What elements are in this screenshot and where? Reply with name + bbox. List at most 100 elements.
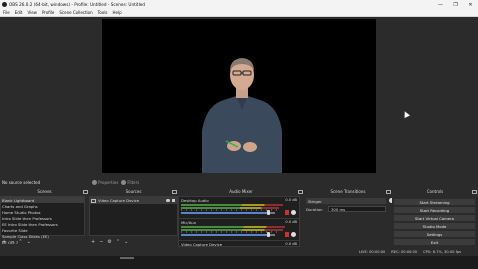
start-streaming-button[interactable]: Start Streaming bbox=[394, 199, 475, 205]
sources-dock-title: Sources bbox=[89, 189, 178, 196]
properties-button[interactable]: Properties bbox=[92, 179, 119, 185]
obs-logo-icon bbox=[2, 2, 7, 7]
menu-tools[interactable]: Tools bbox=[96, 10, 110, 15]
channel-name: Desktop Audio bbox=[181, 198, 209, 203]
preview-canvas[interactable] bbox=[102, 19, 376, 173]
status-bar: LIVE: 00:00:00 REC: 00:00:00 CPU: 6.7%, … bbox=[0, 248, 478, 256]
menu-view[interactable]: View bbox=[25, 10, 39, 15]
scenes-toolbar: + − ⌃ ⌄ bbox=[0, 238, 33, 245]
volume-meter bbox=[181, 226, 285, 228]
properties-label: Properties bbox=[98, 179, 119, 185]
controls-panel: Start Streaming Start Recording Start Vi… bbox=[392, 196, 478, 247]
undock-icon[interactable] bbox=[83, 190, 88, 194]
undock-icon[interactable] bbox=[298, 190, 303, 194]
mixer-dock-title: Audio Mixer bbox=[178, 189, 304, 196]
scenes-title: Scenes bbox=[37, 189, 52, 194]
menu-edit[interactable]: Edit bbox=[13, 10, 25, 15]
source-label: Video Capture Device bbox=[98, 198, 140, 203]
volume-slider-fill bbox=[181, 212, 269, 214]
sources-title: Sources bbox=[125, 189, 142, 194]
undock-icon[interactable] bbox=[472, 190, 477, 194]
gear-icon[interactable] bbox=[291, 232, 296, 237]
volume-meter bbox=[181, 204, 283, 206]
volume-slider-handle[interactable] bbox=[267, 232, 270, 237]
presenter-video bbox=[202, 58, 282, 173]
add-source-button[interactable]: + bbox=[91, 239, 95, 245]
no-source-label: No source selected bbox=[2, 179, 41, 185]
menu-help[interactable]: Help bbox=[111, 10, 124, 15]
controls-title: Controls bbox=[426, 189, 444, 194]
maximize-button[interactable]: ❐ bbox=[448, 0, 463, 9]
start-virtual-camera-button[interactable]: Start Virtual Camera bbox=[394, 215, 475, 221]
sources-toolbar: + − ⚙ ⌃ ⌄ bbox=[89, 238, 130, 245]
rec-status: REC: 00:00:00 bbox=[391, 250, 418, 254]
duration-value: 300 ms bbox=[331, 206, 346, 212]
filters-button[interactable]: Filters bbox=[121, 179, 140, 185]
meter-scale bbox=[181, 231, 281, 233]
speaker-icon[interactable] bbox=[285, 210, 289, 215]
lock-icon[interactable] bbox=[172, 199, 175, 202]
close-button[interactable]: ✕ bbox=[463, 0, 478, 9]
resize-grip[interactable] bbox=[120, 257, 134, 259]
controls-dock-title: Controls bbox=[392, 189, 478, 196]
minimize-button[interactable]: — bbox=[433, 0, 448, 9]
menu-scene-collection[interactable]: Scene Collection bbox=[57, 10, 94, 15]
mixer-title: Audio Mixer bbox=[229, 189, 253, 194]
channel-name: Mic/Aux bbox=[181, 220, 196, 225]
transitions-title: Scene Transitions bbox=[330, 189, 366, 194]
filter-icon bbox=[121, 179, 127, 185]
menu-profile[interactable]: Profile bbox=[40, 10, 56, 15]
cpu-status: CPU: 6.7%, 30.00 fps bbox=[423, 250, 461, 254]
channel-db: 0.0 dB bbox=[285, 242, 297, 246]
gear-icon[interactable]: ⚙ bbox=[107, 239, 111, 245]
meter-scale bbox=[181, 209, 281, 211]
live-status: LIVE: 00:00:00 bbox=[358, 250, 386, 254]
move-up-icon[interactable]: ⌃ bbox=[18, 239, 22, 245]
scenes-dock-title: Scenes bbox=[0, 189, 89, 196]
preview-area bbox=[0, 17, 478, 175]
undock-icon[interactable] bbox=[386, 190, 391, 194]
duration-input[interactable]: 300 ms bbox=[328, 206, 386, 212]
window-title: OBS 26.0.2 (64-bit, windows) - Profile: … bbox=[9, 2, 145, 7]
exit-button[interactable]: Exit bbox=[394, 239, 475, 245]
bottom-bar bbox=[0, 256, 478, 269]
mixer-channel-video-capture: Video Capture Device 0.0 dB bbox=[179, 241, 299, 247]
visibility-eye-icon[interactable] bbox=[166, 199, 170, 202]
channel-db: 0.0 dB bbox=[285, 198, 297, 202]
move-up-icon[interactable]: ⌃ bbox=[116, 239, 120, 245]
studio-mode-button[interactable]: Studio Mode bbox=[394, 223, 475, 229]
transitions-dock-title: Scene Transitions bbox=[304, 189, 392, 196]
start-recording-button[interactable]: Start Recording bbox=[394, 207, 475, 213]
volume-slider-handle[interactable] bbox=[267, 210, 270, 215]
settings-button[interactable]: Settings bbox=[394, 231, 475, 237]
gear-icon[interactable] bbox=[291, 210, 296, 215]
undock-icon[interactable] bbox=[172, 190, 177, 194]
scene-transitions: Stinger Duration 300 ms bbox=[304, 196, 394, 220]
move-down-icon[interactable]: ⌄ bbox=[27, 239, 31, 245]
remove-source-button[interactable]: − bbox=[99, 239, 103, 245]
volume-slider-fill bbox=[181, 234, 269, 236]
speaker-icon[interactable] bbox=[285, 232, 289, 237]
channel-db: 0.0 dB bbox=[285, 220, 297, 224]
camera-icon bbox=[91, 198, 96, 203]
window-controls: — ❐ ✕ bbox=[433, 0, 478, 9]
scenes-list: Blank Lightboard Charts and Graphs Home … bbox=[0, 196, 85, 245]
mixer-channel-desktop-audio: Desktop Audio 0.0 dB bbox=[179, 197, 299, 219]
menu-file[interactable]: File bbox=[1, 10, 12, 15]
move-down-icon[interactable]: ⌄ bbox=[124, 239, 128, 245]
menu-bar: File Edit View Profile Scene Collection … bbox=[0, 9, 478, 17]
remove-scene-button[interactable]: − bbox=[10, 239, 14, 245]
add-scene-button[interactable]: + bbox=[2, 239, 6, 245]
transition-select[interactable]: Stinger bbox=[306, 198, 386, 204]
filters-label: Filters bbox=[127, 179, 140, 185]
source-info-row: No source selected Properties Filters bbox=[0, 177, 478, 187]
arrow-cursor-icon bbox=[402, 110, 410, 118]
gear-icon bbox=[92, 179, 98, 185]
title-bar: OBS 26.0.2 (64-bit, windows) - Profile: … bbox=[0, 0, 478, 9]
source-item[interactable]: Video Capture Device bbox=[90, 197, 177, 204]
sources-list: Video Capture Device bbox=[89, 196, 178, 236]
transition-value: Stinger bbox=[308, 198, 322, 204]
mixer-channel-mic-aux: Mic/Aux 0.0 dB bbox=[179, 219, 299, 241]
audio-mixer: Desktop Audio 0.0 dB Mic/Aux 0.0 dB Vide… bbox=[178, 196, 300, 247]
channel-name: Video Capture Device bbox=[181, 242, 223, 247]
